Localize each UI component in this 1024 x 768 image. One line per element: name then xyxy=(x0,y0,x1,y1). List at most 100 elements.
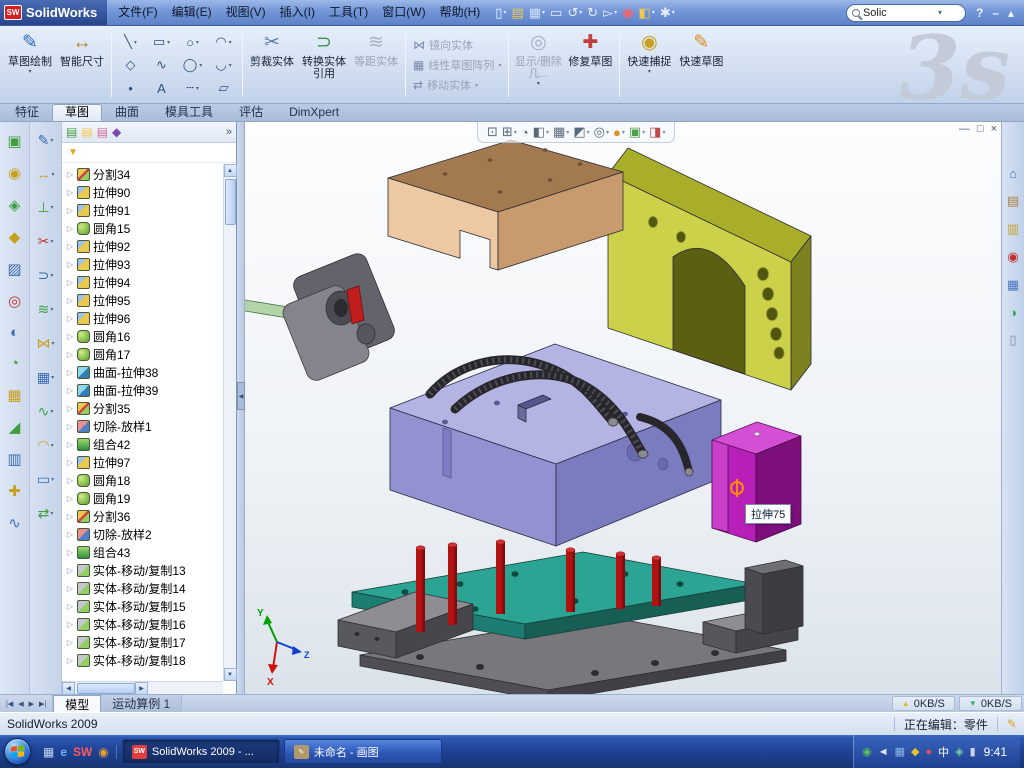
tree-horizontal-scrollbar[interactable]: ◀ ▶ xyxy=(62,681,223,694)
scroll-thumb-horizontal[interactable] xyxy=(77,683,135,694)
relations-flyout-icon[interactable]: ⊥▾ xyxy=(37,199,53,216)
ellipse-tool-icon[interactable]: ◯▾ xyxy=(177,54,208,77)
feature-tree-item[interactable]: ▷ 分割36 xyxy=(64,507,236,525)
task-paint[interactable]: ✎ 未命名 - 画图 xyxy=(284,739,442,764)
quick-snaps-button[interactable]: ◉ 快速捕捉 ▾ xyxy=(623,29,675,101)
media-player-icon[interactable]: ◉ xyxy=(98,745,108,759)
network-tray-icon[interactable]: ▦ xyxy=(895,745,905,758)
select-icon[interactable]: ▻▾ xyxy=(601,5,619,21)
custom-properties-icon[interactable]: ▯ xyxy=(1009,332,1016,348)
graphics-area[interactable]: Y X Z ⊡⊞▾◔◧▾▦▾◩▾◎▾●▾▣▾◨▾ —□× 拉伸75 xyxy=(245,122,1001,694)
prev-tab-icon[interactable]: ◀ xyxy=(16,700,25,708)
move-flyout-icon[interactable]: ⇄▾ xyxy=(38,505,54,522)
view-palette-icon[interactable]: ▦ xyxy=(1007,277,1019,293)
convert-flyout-icon[interactable]: ⊃▾ xyxy=(38,267,54,284)
zoom-fit-icon[interactable]: ⊡ xyxy=(487,124,498,140)
search-box[interactable]: ▾ xyxy=(846,4,966,22)
tab-surfaces[interactable]: 曲面 xyxy=(102,104,152,121)
expand-arrow-icon[interactable]: ▷ xyxy=(66,404,74,413)
feature-tree-item[interactable]: ▷ 分割34 xyxy=(64,165,236,183)
move-entities-button[interactable]: ⇄ 移动实体 ▾ xyxy=(409,77,505,93)
smart-dimension-button[interactable]: ↔ 智能尺寸 xyxy=(56,29,108,101)
expand-arrow-icon[interactable]: ▷ xyxy=(66,548,74,557)
previous-view-icon[interactable]: ◔ xyxy=(521,125,529,140)
display-delete-relations-button[interactable]: ◎ 显示/删除几... ▾ xyxy=(512,29,564,101)
menu-item[interactable]: 文件(F) xyxy=(111,0,164,25)
solidworks-launch-icon[interactable]: SW xyxy=(73,745,92,759)
feature-tree-item[interactable]: ▷ 圆角15 xyxy=(64,219,236,237)
cavity-plate-part[interactable] xyxy=(388,140,623,270)
expand-arrow-icon[interactable]: ▷ xyxy=(66,602,74,611)
tab-mold-tools[interactable]: 模具工具 xyxy=(152,104,226,121)
circle-tool-icon[interactable]: ○▾ xyxy=(177,31,208,54)
expand-arrow-icon[interactable]: ▷ xyxy=(66,332,74,341)
expand-arrow-icon[interactable]: ▷ xyxy=(66,278,74,287)
lofted-boss-icon[interactable]: ◆ xyxy=(9,228,21,246)
feature-tree-item[interactable]: ▷ 拉伸97 xyxy=(64,453,236,471)
save-icon[interactable]: ▦▾ xyxy=(527,5,547,21)
expand-arrow-icon[interactable]: ▷ xyxy=(66,638,74,647)
first-tab-icon[interactable]: |◀ xyxy=(4,700,15,708)
expand-arrow-icon[interactable]: ▷ xyxy=(66,620,74,629)
core-insert-parts[interactable] xyxy=(280,251,397,384)
search-dropdown-icon[interactable]: ▾ xyxy=(938,8,942,17)
point-tool-icon[interactable]: • xyxy=(115,77,146,100)
feature-tree-item[interactable]: ▷ 拉伸91 xyxy=(64,201,236,219)
expand-arrow-icon[interactable]: ▷ xyxy=(66,422,74,431)
linear-pattern-feature-icon[interactable]: ▦ xyxy=(7,386,21,404)
configurationmanager-tab-icon[interactable]: ▤ xyxy=(97,125,108,139)
dimension-flyout-icon[interactable]: ↔▾ xyxy=(36,166,54,182)
fillet-feature-icon[interactable]: ◔ xyxy=(10,355,19,372)
undo-icon[interactable]: ↺▾ xyxy=(565,5,584,21)
scroll-down-icon[interactable]: ▼ xyxy=(224,668,237,681)
hide-show-icon[interactable]: ◎▾ xyxy=(594,124,609,140)
next-tab-icon[interactable]: ▶ xyxy=(27,700,36,708)
tab-dimxpert[interactable]: DimXpert xyxy=(276,104,352,121)
extrude-boss-icon[interactable]: ▣ xyxy=(7,132,21,150)
convert-entities-button[interactable]: ⊃ 转换实体引用 xyxy=(298,29,350,101)
expand-arrow-icon[interactable]: ▷ xyxy=(66,566,74,575)
collapse-panel-icon[interactable]: ◀ xyxy=(237,382,245,410)
model-tab[interactable]: 模型 xyxy=(53,695,101,712)
feature-tree-item[interactable]: ▷ 拉伸94 xyxy=(64,273,236,291)
resources-home-icon[interactable]: ⌂ xyxy=(1009,166,1017,181)
expand-arrow-icon[interactable]: ▷ xyxy=(66,530,74,539)
rapid-sketch-button[interactable]: ✎ 快速草图 xyxy=(675,29,727,101)
menu-item[interactable]: 工具(T) xyxy=(322,0,375,25)
edit-appearance-icon[interactable]: ●▾ xyxy=(613,125,625,140)
expand-arrow-icon[interactable]: ▷ xyxy=(66,188,74,197)
feature-tree-item[interactable]: ▷ 分割35 xyxy=(64,399,236,417)
appearance-icon[interactable]: ◧▾ xyxy=(637,5,657,21)
feature-tree-item[interactable]: ▷ 实体-移动/复制13 xyxy=(64,561,236,579)
feature-tree-item[interactable]: ▷ 曲面-拉伸38 xyxy=(64,363,236,381)
expand-arrow-icon[interactable]: ▷ xyxy=(66,260,74,269)
tabs-flyout-icon[interactable]: » xyxy=(226,126,232,138)
minimize-window-icon[interactable]: — xyxy=(959,123,970,135)
close-window-icon[interactable]: × xyxy=(991,123,997,135)
feature-tree-item[interactable]: ▷ 圆角16 xyxy=(64,327,236,345)
menu-item[interactable]: 插入(I) xyxy=(273,0,322,25)
expand-arrow-icon[interactable]: ▷ xyxy=(66,494,74,503)
expand-arrow-icon[interactable]: ▷ xyxy=(66,224,74,233)
expand-arrow-icon[interactable]: ▷ xyxy=(66,386,74,395)
appearances-scenes-icon[interactable]: ◑ xyxy=(1009,305,1017,320)
feature-tree-item[interactable]: ▷ 切除-放样2 xyxy=(64,525,236,543)
revolved-cut-icon[interactable]: ◐ xyxy=(10,324,19,341)
apply-scene-icon[interactable]: ▣▾ xyxy=(629,124,645,140)
menu-item[interactable]: 窗口(W) xyxy=(375,0,432,25)
expand-toolbar-icon[interactable]: ▴ xyxy=(1006,5,1016,21)
offset-entities-button[interactable]: ≋ 等距实体 xyxy=(350,29,402,101)
reference-geometry-icon[interactable]: ✚ xyxy=(8,482,21,500)
sketch-button[interactable]: ✎ 草图绘制 ▾ xyxy=(4,29,56,101)
expand-arrow-icon[interactable]: ▷ xyxy=(66,476,74,485)
menu-item[interactable]: 帮助(H) xyxy=(433,0,488,25)
rebuild-icon[interactable]: ◉ xyxy=(620,5,635,21)
feature-tree-item[interactable]: ▷ 实体-移动/复制16 xyxy=(64,615,236,633)
mirror-entities-button[interactable]: ⋈ 镜向实体 xyxy=(409,37,505,53)
pattern-flyout-icon[interactable]: ▦▾ xyxy=(37,369,54,386)
model-view[interactable]: Y X Z xyxy=(245,122,1001,694)
expand-arrow-icon[interactable]: ▷ xyxy=(66,656,74,665)
print-icon[interactable]: ▭ xyxy=(548,5,564,21)
feature-tree-item[interactable]: ▷ 切除-放样1 xyxy=(64,417,236,435)
sketch-fillet-icon[interactable]: ◡▾ xyxy=(208,54,239,77)
